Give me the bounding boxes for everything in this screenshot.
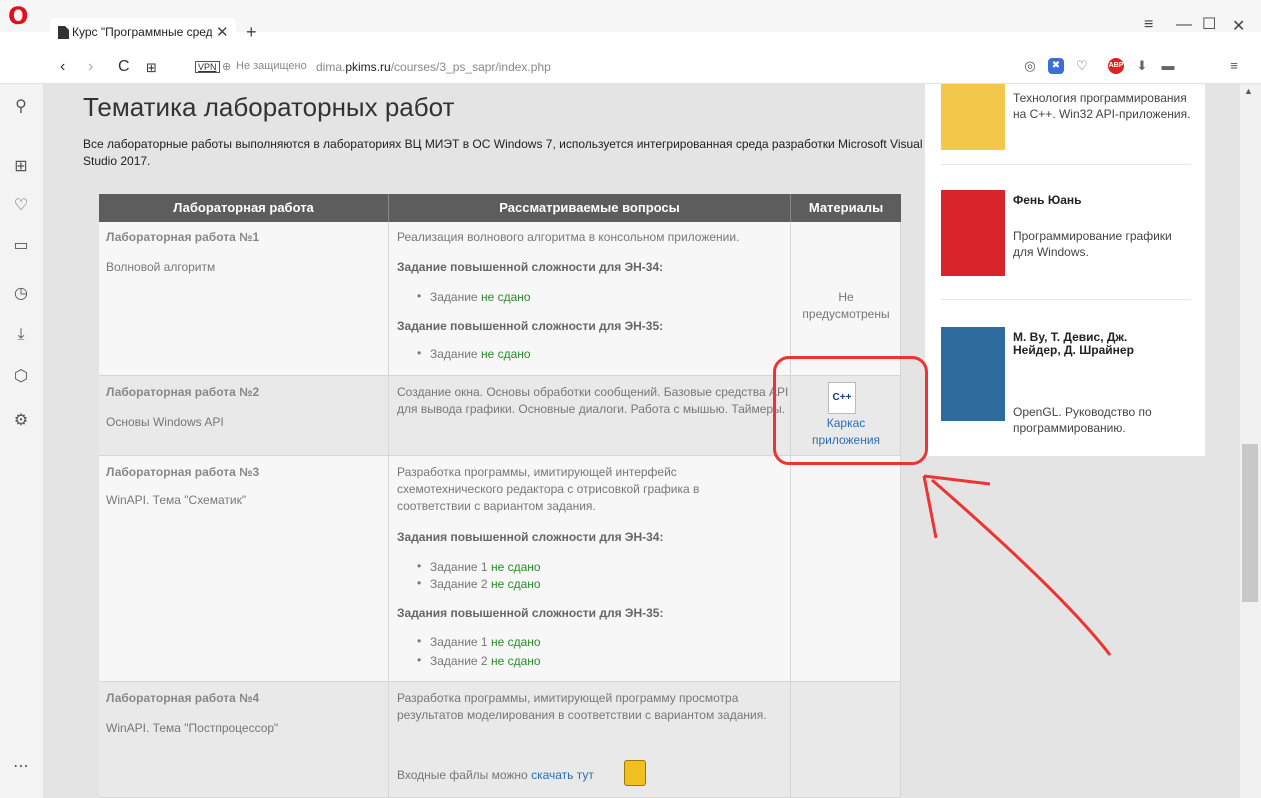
lab3-title: Лабораторная работа №3 xyxy=(106,465,260,479)
bullet: • xyxy=(417,576,422,590)
page-icon xyxy=(58,26,69,39)
bullet: • xyxy=(417,289,422,303)
opera-logo-icon[interactable]: O xyxy=(8,4,30,28)
history-icon[interactable]: ◷ xyxy=(10,283,32,305)
table-row xyxy=(99,456,389,682)
easy-setup-icon[interactable]: ≡ xyxy=(1144,16,1153,34)
bullet: • xyxy=(417,653,422,667)
lab3-desc: Разработка программы, имитирующей интерф… xyxy=(397,465,700,513)
lab2-subtitle: Основы Windows API xyxy=(106,415,224,429)
snapshot-icon[interactable]: ◎ xyxy=(1022,58,1038,74)
download-ext-icon[interactable]: ⬇ xyxy=(1134,58,1150,74)
book1-desc: Технология программирования на С++. Win3… xyxy=(1013,91,1191,121)
tab-close-icon[interactable]: ✕ xyxy=(216,23,229,41)
lab4-desc: Разработка программы, имитирующей програ… xyxy=(397,691,767,722)
table-cell xyxy=(791,682,901,798)
book2-desc: Программирование графики для Windows. xyxy=(1013,229,1172,259)
lab3-hard34: Задания повышенной сложности для ЭН-34: xyxy=(397,530,664,544)
scroll-up-icon[interactable]: ▲ xyxy=(1244,86,1253,96)
lab1-hard34: Задание повышенной сложности для ЭН-34: xyxy=(397,260,664,274)
downloads-icon[interactable]: ⤓ xyxy=(10,324,32,346)
book3-author: М. Ву, Т. Девис, Дж. Нейдер, Д. Шрайнер xyxy=(1013,330,1134,357)
annotation-arrow xyxy=(922,474,1112,656)
address-bar xyxy=(0,50,1261,84)
globe-icon[interactable]: ⊕ xyxy=(222,60,231,73)
lab4-subtitle: WinAPI. Тема "Постпроцессор" xyxy=(106,721,279,735)
book2-author: Фень Юань xyxy=(1013,193,1082,207)
heart-icon[interactable]: ♡ xyxy=(1074,58,1090,74)
header-materials: Материалы xyxy=(791,194,901,222)
page-description: Все лабораторные работы выполняются в ла… xyxy=(83,137,923,168)
reload-icon[interactable]: C xyxy=(118,58,130,76)
search-icon[interactable]: ⚲ xyxy=(10,96,32,118)
bullet: • xyxy=(417,559,422,573)
lab1-task35: Задание не сдано xyxy=(430,347,531,361)
bullet: • xyxy=(417,346,422,360)
scrollbar-thumb[interactable] xyxy=(1242,444,1258,602)
lab3-task2-34: Задание 2 не сдано xyxy=(430,577,541,591)
table-cell xyxy=(791,456,901,682)
tabs-icon[interactable]: ▭ xyxy=(10,235,32,257)
download-link[interactable]: скачать тут xyxy=(531,768,594,782)
sidebar xyxy=(0,84,44,798)
screen-icon[interactable]: ▬ xyxy=(1160,58,1176,74)
page-title: Тематика лабораторных работ xyxy=(83,92,455,122)
lab2-desc: Создание окна. Основы обработки сообщени… xyxy=(397,385,789,416)
book3-desc: OpenGL. Руководство по программированию. xyxy=(1013,405,1152,435)
new-tab-button[interactable]: + xyxy=(246,22,257,43)
close-window-button[interactable]: ✕ xyxy=(1232,16,1245,36)
bullet: • xyxy=(417,634,422,648)
security-text[interactable]: Не защищено xyxy=(236,60,307,72)
back-icon[interactable]: ‹ xyxy=(60,58,65,76)
url-input[interactable]: dima.pkims.ru/courses/3_ps_sapr/index.ph… xyxy=(316,60,551,74)
divider xyxy=(941,299,1191,300)
lab1-title: Лабораторная работа №1 xyxy=(106,230,260,244)
vpn-badge[interactable]: VPN xyxy=(195,61,220,73)
annotation-highlight-box xyxy=(773,356,928,465)
lab4-files: Входные файлы можно скачать тут xyxy=(397,768,594,782)
book-cover-image[interactable] xyxy=(941,190,1005,276)
forward-icon[interactable]: › xyxy=(88,58,93,76)
speed-dial-icon[interactable]: ⊞ xyxy=(146,60,157,76)
maximize-button[interactable]: ☐ xyxy=(1202,14,1216,34)
bookmarks-icon[interactable]: ♡ xyxy=(10,195,32,217)
lab1-desc: Реализация волнового алгоритма в консоль… xyxy=(397,230,740,244)
lab1-task34: Задание не сдано xyxy=(430,290,531,304)
lab3-task1-35: Задание 1 не сдано xyxy=(430,635,541,649)
lab2-title: Лабораторная работа №2 xyxy=(106,385,260,399)
archive-icon[interactable] xyxy=(624,760,646,786)
adblock-icon[interactable]: ABP xyxy=(1108,58,1124,74)
lab1-hard35: Задание повышенной сложности для ЭН-35: xyxy=(397,319,664,333)
lab3-hard35: Задания повышенной сложности для ЭН-35: xyxy=(397,606,664,620)
header-lab: Лабораторная работа xyxy=(99,194,389,222)
minimize-button[interactable]: — xyxy=(1176,16,1192,34)
lab1-materials: Не предусмотрены xyxy=(802,290,890,321)
scrollbar[interactable] xyxy=(1240,84,1261,798)
speed-dial-sidebar-icon[interactable]: ⊞ xyxy=(10,156,32,178)
lab3-subtitle: WinAPI. Тема "Схематик" xyxy=(106,493,247,507)
tab-title: Курс "Программные сред xyxy=(72,25,212,39)
header-topics: Рассматриваемые вопросы xyxy=(389,194,791,222)
lab1-subtitle: Волновой алгоритм xyxy=(106,260,216,274)
settings-menu-icon[interactable]: ≡ xyxy=(1226,58,1242,74)
book-cover-image[interactable] xyxy=(941,84,1005,150)
divider xyxy=(941,164,1191,165)
lab3-task2-35: Задание 2 не сдано xyxy=(430,654,541,668)
settings-gear-icon[interactable]: ⚙ xyxy=(10,410,32,432)
extension-icon[interactable]: ✖ xyxy=(1048,58,1064,74)
lab3-task1-34: Задание 1 не сдано xyxy=(430,560,541,574)
lab4-title: Лабораторная работа №4 xyxy=(106,691,260,705)
more-icon[interactable]: ⋯ xyxy=(10,756,32,778)
extensions-icon[interactable]: ⬡ xyxy=(10,366,32,388)
book-cover-image[interactable] xyxy=(941,327,1005,421)
